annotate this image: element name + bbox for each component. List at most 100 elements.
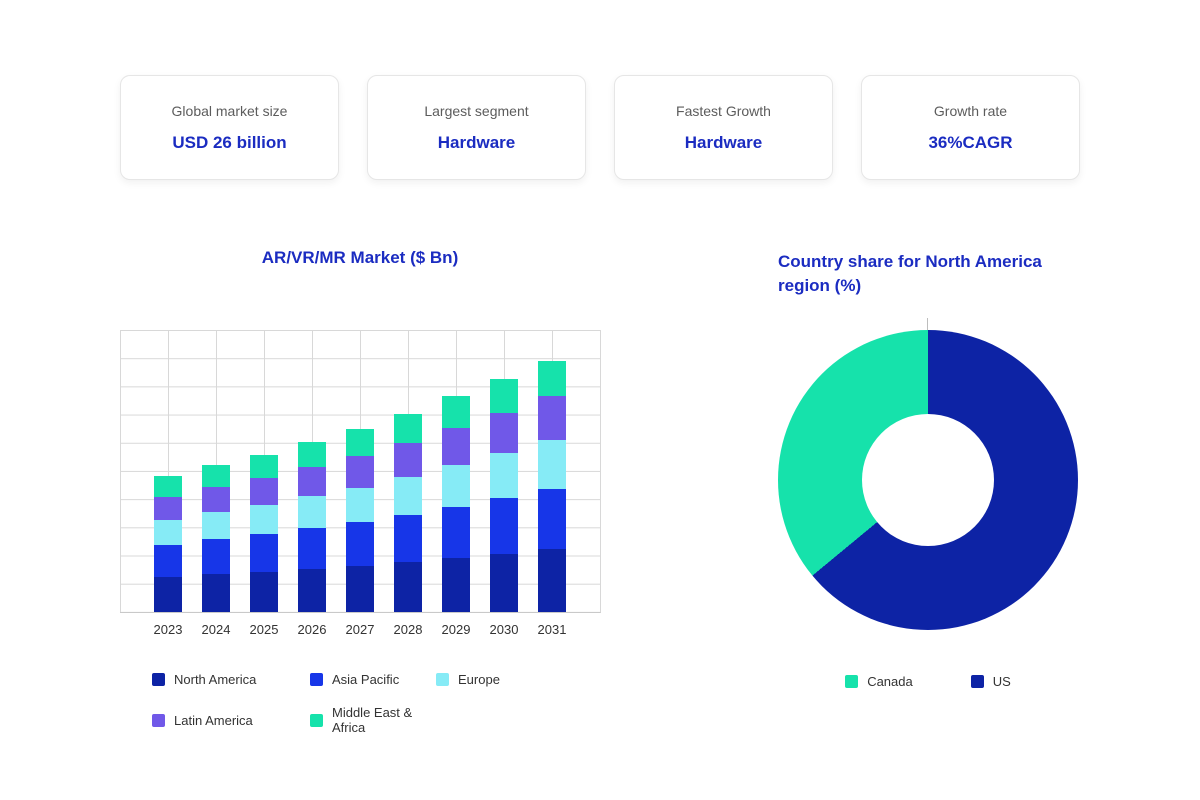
bar-segment bbox=[250, 478, 278, 505]
legend-item: Europe bbox=[436, 672, 500, 687]
bar-segment bbox=[298, 467, 326, 496]
legend-item: Asia Pacific bbox=[310, 672, 436, 687]
bar-segment bbox=[394, 443, 422, 477]
bar-segment bbox=[442, 396, 470, 428]
bar-segment bbox=[442, 465, 470, 506]
donut-chart-wrap bbox=[778, 330, 1078, 630]
stat-card-label: Fastest Growth bbox=[676, 103, 771, 119]
legend-swatch-icon bbox=[310, 673, 323, 686]
x-axis-label: 2025 bbox=[240, 622, 288, 637]
bar-segment bbox=[154, 577, 182, 612]
bar-slot bbox=[432, 330, 480, 612]
bar-segment bbox=[202, 539, 230, 574]
bar-slot bbox=[384, 330, 432, 612]
legend-swatch-icon bbox=[971, 675, 984, 688]
bar-segment bbox=[346, 566, 374, 613]
x-axis-label: 2024 bbox=[192, 622, 240, 637]
bar-segment bbox=[538, 361, 566, 397]
bar-segment bbox=[202, 487, 230, 512]
bar-segment bbox=[442, 558, 470, 612]
stat-card-value: Hardware bbox=[685, 133, 762, 153]
bar-segment bbox=[250, 572, 278, 612]
bar-chart-legend: North America Asia Pacific Europe Latin Ame… bbox=[152, 672, 500, 735]
bar-slot bbox=[528, 330, 576, 612]
bar-segment bbox=[346, 456, 374, 487]
legend-item: Latin America bbox=[152, 705, 310, 735]
donut-chart-section: Country share for North America region (… bbox=[778, 250, 1078, 720]
stat-card-growth-rate: Growth rate 36%CAGR bbox=[861, 75, 1080, 180]
stacked-bar-2029 bbox=[442, 396, 470, 612]
legend-swatch-icon bbox=[310, 714, 323, 727]
bar-slot bbox=[144, 330, 192, 612]
legend-label: Middle East & Africa bbox=[332, 705, 436, 735]
stacked-bar-2027 bbox=[346, 429, 374, 612]
bar-slot bbox=[240, 330, 288, 612]
bar-segment bbox=[346, 488, 374, 523]
bar-segment bbox=[490, 554, 518, 613]
bar-segment bbox=[154, 497, 182, 520]
legend-item: US bbox=[971, 674, 1011, 689]
legend-label: US bbox=[993, 674, 1011, 689]
donut-chart-title: Country share for North America region (… bbox=[778, 250, 1078, 298]
bar-segment bbox=[298, 528, 326, 569]
bar-segment bbox=[298, 496, 326, 528]
donut-top-tick bbox=[927, 318, 928, 330]
bar-segment bbox=[538, 396, 566, 439]
legend-swatch-icon bbox=[845, 675, 858, 688]
stat-card-label: Growth rate bbox=[934, 103, 1007, 119]
bar-segment bbox=[250, 455, 278, 479]
bar-segment bbox=[346, 429, 374, 457]
stat-card-label: Global market size bbox=[172, 103, 288, 119]
stat-cards-row: Global market size USD 26 billion Larges… bbox=[120, 75, 1080, 180]
legend-item: North America bbox=[152, 672, 310, 687]
legend-label: Latin America bbox=[174, 713, 253, 728]
x-axis-label: 2026 bbox=[288, 622, 336, 637]
market-dashboard: Global market size USD 26 billion Larges… bbox=[0, 0, 1200, 800]
legend-label: Canada bbox=[867, 674, 913, 689]
x-axis-label: 2029 bbox=[432, 622, 480, 637]
legend-swatch-icon bbox=[152, 673, 165, 686]
stat-card-largest-segment: Largest segment Hardware bbox=[367, 75, 586, 180]
stacked-bar-2026 bbox=[298, 442, 326, 612]
stat-card-value: 36%CAGR bbox=[928, 133, 1012, 153]
legend-label: Europe bbox=[458, 672, 500, 687]
bar-segment bbox=[394, 414, 422, 444]
x-axis-label: 2028 bbox=[384, 622, 432, 637]
donut-chart-legend: Canada US bbox=[778, 674, 1078, 689]
bar-slot bbox=[288, 330, 336, 612]
legend-item: Middle East & Africa bbox=[310, 705, 436, 735]
legend-swatch-icon bbox=[436, 673, 449, 686]
bar-segment bbox=[442, 428, 470, 465]
bar-chart-title: AR/VR/MR Market ($ Bn) bbox=[120, 248, 600, 268]
stat-card-fastest-growth: Fastest Growth Hardware bbox=[614, 75, 833, 180]
bar-slot bbox=[480, 330, 528, 612]
stat-card-value: USD 26 billion bbox=[172, 133, 286, 153]
stacked-bar-2024 bbox=[202, 465, 230, 612]
bar-segment bbox=[250, 505, 278, 534]
bar-segment bbox=[250, 534, 278, 572]
bar-segment bbox=[346, 522, 374, 565]
stacked-bar-2030 bbox=[490, 379, 518, 612]
legend-label: North America bbox=[174, 672, 256, 687]
bar-segment bbox=[490, 379, 518, 413]
bar-segment bbox=[538, 489, 566, 549]
stat-card-market-size: Global market size USD 26 billion bbox=[120, 75, 339, 180]
x-axis-label: 2027 bbox=[336, 622, 384, 637]
bar-segment bbox=[394, 562, 422, 612]
bar-segment bbox=[538, 549, 566, 612]
bar-segment bbox=[154, 520, 182, 545]
bar-segment bbox=[490, 453, 518, 498]
bar-segment bbox=[202, 465, 230, 487]
bar-segment bbox=[490, 498, 518, 553]
bar-segment bbox=[154, 545, 182, 577]
bar-chart-bars bbox=[144, 330, 576, 612]
x-axis-label: 2031 bbox=[528, 622, 576, 637]
bar-segment bbox=[394, 477, 422, 515]
legend-item: Canada bbox=[845, 674, 913, 689]
stat-card-value: Hardware bbox=[438, 133, 515, 153]
stat-card-label: Largest segment bbox=[424, 103, 528, 119]
x-axis-label: 2030 bbox=[480, 622, 528, 637]
bar-segment bbox=[154, 476, 182, 496]
bar-chart-plot bbox=[120, 330, 601, 613]
bar-segment bbox=[490, 413, 518, 453]
